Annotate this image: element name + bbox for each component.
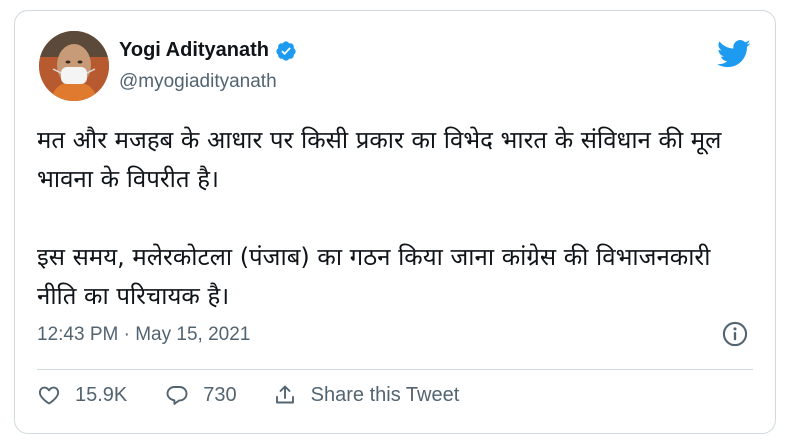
- reply-button[interactable]: 730: [165, 383, 237, 407]
- share-label: Share this Tweet: [310, 383, 460, 406]
- tweet-text: मत और मजहब के आधार पर किसी प्रकार का विभ…: [37, 121, 757, 316]
- author-name[interactable]: Yogi Adityanath: [119, 39, 269, 62]
- tweet-paragraph-1: मत और मजहब के आधार पर किसी प्रकार का विभ…: [37, 126, 722, 193]
- tweet-actions: 15.9K 730 Share this Tweet: [37, 383, 459, 407]
- like-count: 15.9K: [75, 383, 128, 406]
- share-icon: [275, 385, 294, 404]
- reply-count: 730: [203, 383, 237, 406]
- tweet-timestamp[interactable]: 12:43 PM · May 15, 2021: [37, 324, 250, 346]
- avatar[interactable]: [39, 31, 109, 101]
- share-button[interactable]: Share this Tweet: [273, 383, 460, 407]
- verified-badge-icon: [275, 40, 297, 62]
- reply-icon: [166, 386, 188, 405]
- info-icon[interactable]: [721, 320, 749, 348]
- tweet-paragraph-2: इस समय, मलेरकोटला (पंजाब) का गठन किया जा…: [37, 243, 711, 310]
- author-handle[interactable]: @myogiadityanath: [119, 71, 277, 93]
- divider: [37, 369, 753, 370]
- like-button[interactable]: 15.9K: [37, 383, 127, 407]
- tweet-card: Yogi Adityanath @myogiadityanath मत और म…: [14, 10, 776, 434]
- twitter-bird-icon[interactable]: [717, 39, 751, 69]
- author-name-row[interactable]: Yogi Adityanath: [119, 39, 297, 62]
- avatar-image: [39, 31, 109, 101]
- heart-icon: [38, 386, 60, 405]
